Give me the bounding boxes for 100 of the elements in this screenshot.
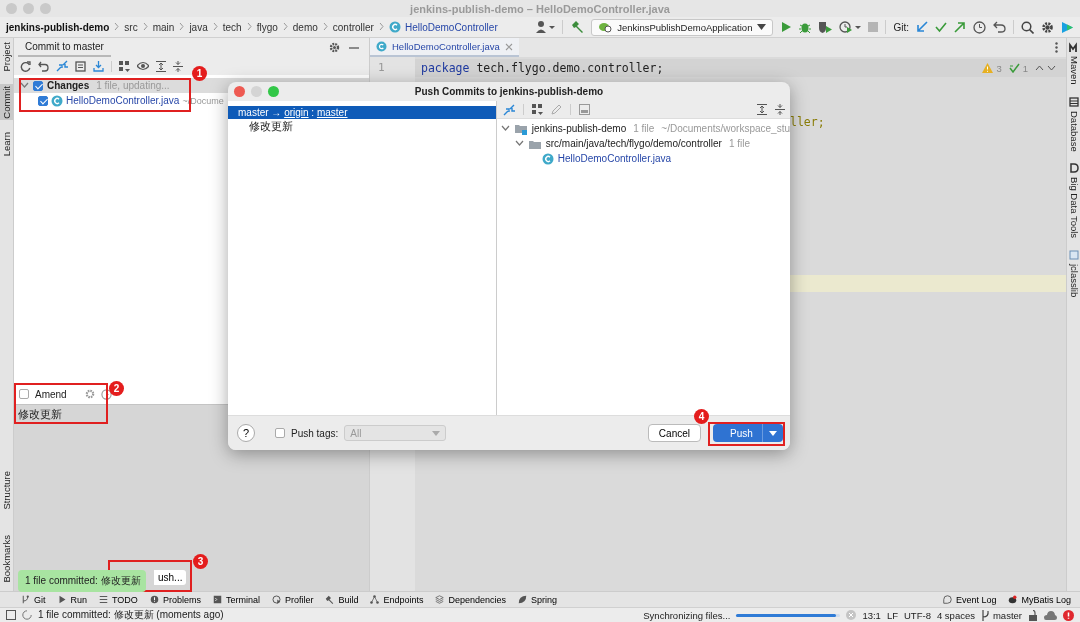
- edit-icon[interactable]: [550, 104, 562, 115]
- group-icon[interactable]: [531, 104, 543, 115]
- settings-icon[interactable]: [1041, 20, 1054, 34]
- shelve-icon[interactable]: [75, 60, 86, 72]
- status-item[interactable]: LF: [886, 609, 898, 621]
- tool-window-tab[interactable]: Big Data Tools: [1067, 163, 1080, 239]
- window-close-button[interactable]: [234, 86, 245, 97]
- tool-window-button[interactable]: Git: [18, 592, 49, 607]
- refresh-icon[interactable]: [20, 60, 31, 72]
- diff-icon[interactable]: [56, 60, 68, 72]
- tool-window-button[interactable]: Endpoints: [367, 592, 427, 607]
- update-arrow-icon[interactable]: [916, 21, 928, 33]
- remote-link[interactable]: origin: [284, 107, 309, 118]
- tree-row[interactable]: jenkins-publish-demo 1 file ~/Documents/workspace_stu: [496, 121, 790, 136]
- tool-window-button[interactable]: Profiler: [268, 592, 317, 607]
- error-icon[interactable]: [1063, 609, 1074, 621]
- push-button[interactable]: Push: [713, 424, 783, 442]
- lock-icon[interactable]: [1028, 609, 1038, 621]
- undo-icon[interactable]: [38, 60, 49, 72]
- history-icon[interactable]: [100, 388, 112, 400]
- preview-icon[interactable]: [578, 104, 590, 115]
- commit-message-field[interactable]: 修改更新: [18, 407, 62, 422]
- checkmark-icon[interactable]: [935, 21, 947, 33]
- group-icon[interactable]: [119, 60, 130, 72]
- git-label: Git:: [893, 21, 909, 33]
- tool-window-button[interactable]: Run: [54, 592, 91, 607]
- breadcrumb[interactable]: tech: [222, 21, 242, 33]
- tool-window-tab[interactable]: Learn: [0, 130, 13, 159]
- expand-all-icon[interactable]: [757, 104, 767, 115]
- shield-run-icon[interactable]: [818, 21, 833, 33]
- run-configuration-dropdown[interactable]: JenkinsPublishDemoApplication: [591, 18, 774, 36]
- breadcrumb[interactable]: main: [152, 21, 175, 33]
- checkbox[interactable]: [33, 80, 43, 91]
- branch-link[interactable]: master: [316, 107, 348, 118]
- push-button[interactable]: ush...: [154, 570, 187, 585]
- push-arrow-icon[interactable]: [954, 21, 966, 33]
- tree-row[interactable]: src/main/java/tech/flygo/demo/controller 1 file: [496, 136, 790, 151]
- branch-widget[interactable]: master: [980, 609, 1022, 621]
- close-icon[interactable]: [504, 42, 513, 51]
- code-line: package tech.flygo.demo.controller;: [420, 61, 664, 75]
- tool-window-button[interactable]: TODO: [96, 592, 141, 607]
- branch-icon: [980, 609, 990, 621]
- cloud-gear-icon[interactable]: [1044, 609, 1057, 621]
- breadcrumb[interactable]: controller: [332, 21, 374, 33]
- commit-row[interactable]: 修改更新: [228, 119, 496, 133]
- download-icon[interactable]: [93, 60, 104, 72]
- rollback-icon[interactable]: [993, 21, 1006, 33]
- settings-icon[interactable]: [329, 42, 340, 53]
- previous-icon[interactable]: [1035, 65, 1044, 71]
- app-logo-icon[interactable]: [1061, 20, 1074, 34]
- amend-checkbox[interactable]: [19, 389, 29, 399]
- typo-check-icon[interactable]: [1008, 63, 1020, 73]
- history-icon[interactable]: [973, 20, 986, 34]
- hammer-icon[interactable]: [570, 20, 585, 34]
- cancel-button[interactable]: Cancel: [647, 424, 701, 442]
- search-icon[interactable]: [1021, 20, 1034, 34]
- branch-row[interactable]: master → origin : master: [228, 106, 496, 119]
- tool-window-button[interactable]: Build: [322, 592, 362, 607]
- layers-icon: [435, 595, 445, 604]
- expand-all-icon[interactable]: [156, 60, 166, 72]
- bug-icon[interactable]: [799, 21, 812, 33]
- tool-window-button[interactable]: Terminal: [209, 592, 263, 607]
- tool-window-tab[interactable]: Maven: [1067, 42, 1080, 85]
- tool-window-button[interactable]: Dependencies: [432, 592, 509, 607]
- tool-window-button[interactable]: Problems: [146, 592, 204, 607]
- tool-window-button[interactable]: Spring: [515, 592, 561, 607]
- tree-row[interactable]: HelloDemoController.java: [496, 151, 790, 166]
- tool-window-tab[interactable]: Structure: [0, 468, 13, 512]
- tool-window-tab[interactable]: Bookmarks: [0, 533, 13, 585]
- caret-icon[interactable]: [769, 430, 777, 436]
- collapse-all-icon[interactable]: [775, 104, 785, 115]
- user-icon[interactable]: [535, 20, 556, 34]
- tool-window-tab[interactable]: Project: [0, 40, 13, 74]
- breadcrumb[interactable]: java: [189, 21, 208, 33]
- diff-icon[interactable]: [502, 103, 515, 116]
- tool-window-tab[interactable]: Commit: [0, 83, 13, 121]
- clock-run-icon[interactable]: [839, 21, 862, 33]
- help-button[interactable]: ?: [237, 424, 255, 442]
- eye-icon[interactable]: [137, 61, 149, 71]
- more-icon[interactable]: [1055, 42, 1058, 53]
- chevron-icon: [377, 22, 385, 32]
- panel-toggle-icon[interactable]: [6, 610, 16, 620]
- tool-window-tab[interactable]: jclasslib: [1067, 250, 1080, 298]
- status-item[interactable]: 4 spaces: [936, 609, 975, 621]
- checkbox[interactable]: [38, 95, 48, 106]
- run-icon: [57, 595, 67, 604]
- breadcrumb[interactable]: flygo: [256, 21, 278, 33]
- editor-tab[interactable]: HelloDemoController.java: [370, 38, 519, 57]
- breadcrumb[interactable]: demo: [292, 21, 318, 33]
- breadcrumb[interactable]: jenkins-publish-demo: [6, 21, 110, 33]
- collapse-all-icon[interactable]: [173, 60, 183, 72]
- next-icon[interactable]: [1047, 65, 1056, 71]
- status-item[interactable]: 13:1: [862, 609, 881, 621]
- run-icon[interactable]: [780, 21, 793, 33]
- tool-window-button[interactable]: Event Log: [939, 592, 1000, 607]
- status-item[interactable]: UTF-8: [904, 609, 931, 621]
- breadcrumb[interactable]: HelloDemoController: [404, 21, 498, 33]
- tool-window-button[interactable]: MyBatis Log: [1005, 592, 1074, 607]
- breadcrumb[interactable]: src: [124, 21, 138, 33]
- tool-window-tab[interactable]: Database: [1067, 96, 1080, 152]
